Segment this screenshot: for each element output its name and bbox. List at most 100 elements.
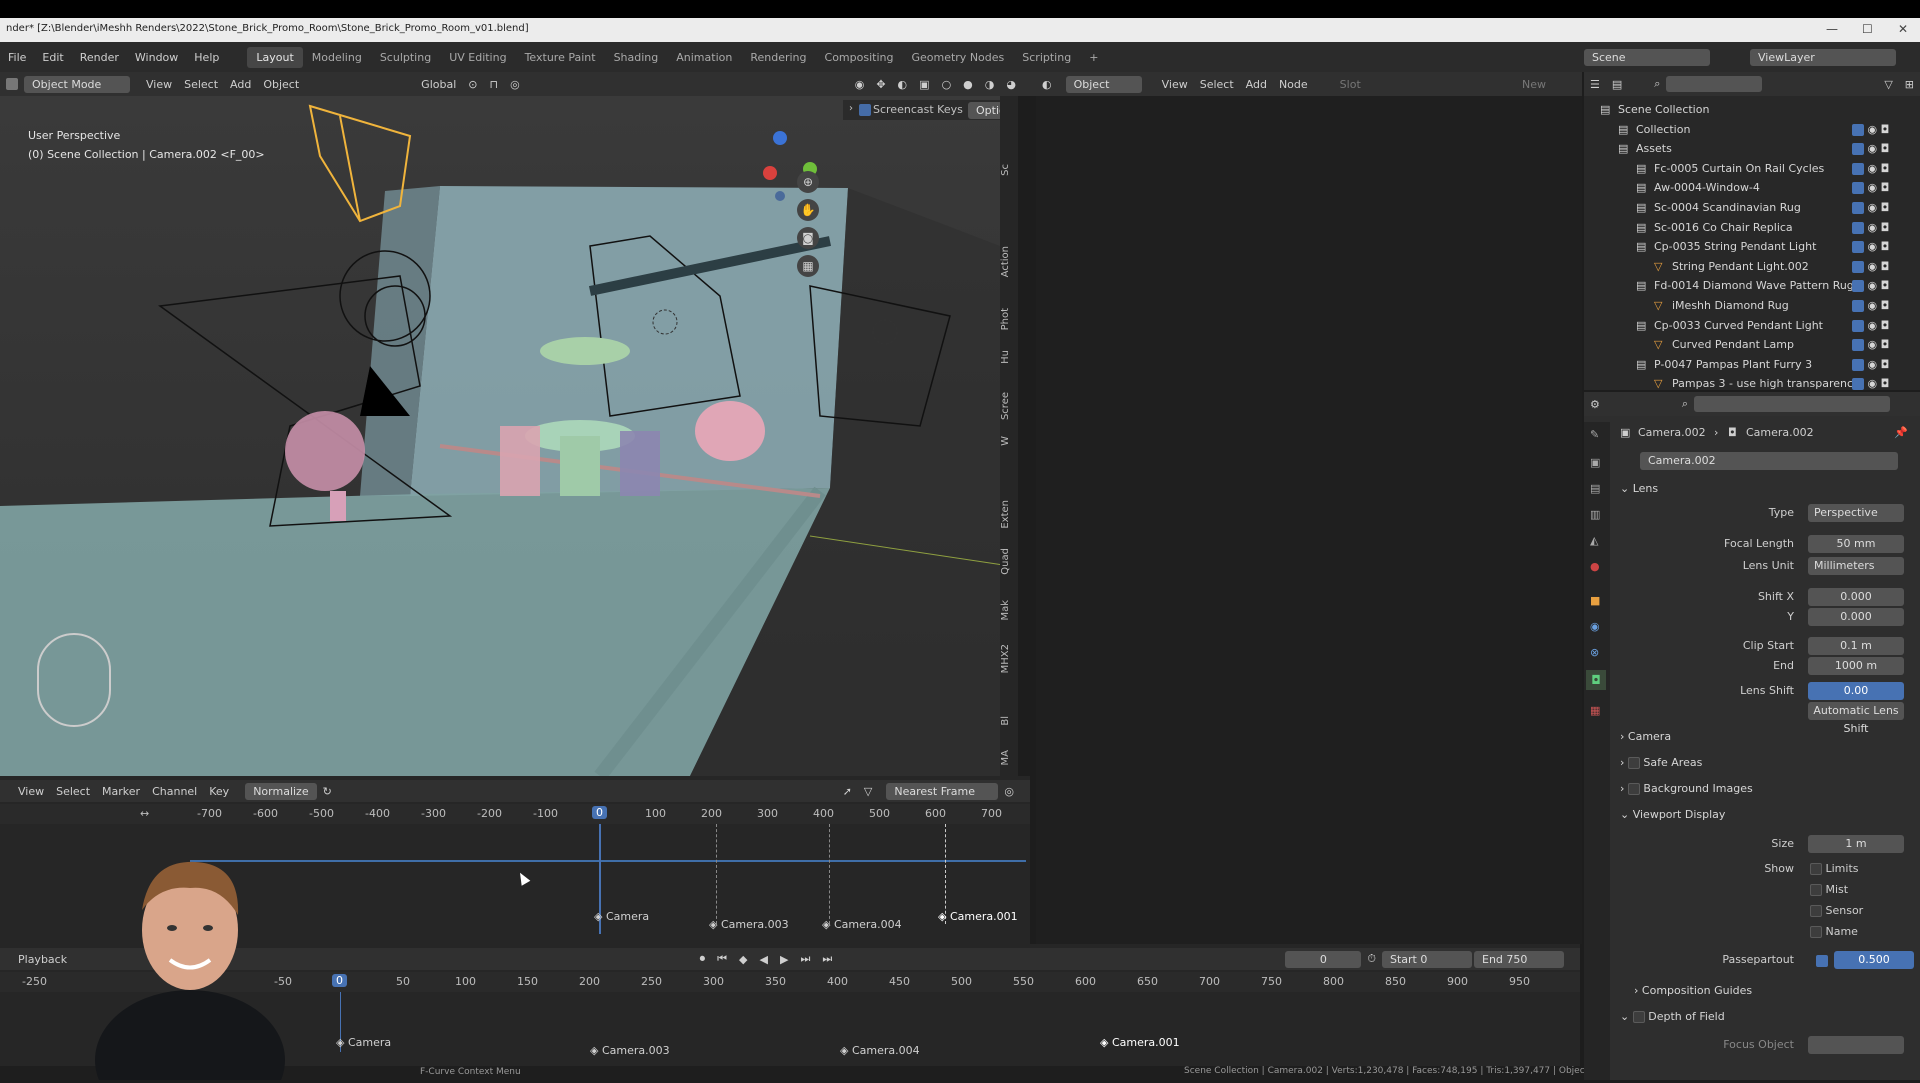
exclude-checkbox[interactable] <box>1852 300 1864 312</box>
sidebar-tab-hu[interactable]: Hu <box>1000 350 1018 364</box>
eye-icon[interactable]: ◉ <box>1864 358 1877 371</box>
exclude-checkbox[interactable] <box>1852 339 1864 352</box>
scene-tab-icon[interactable]: ◭ <box>1590 534 1598 547</box>
exclude-checkbox[interactable] <box>1852 202 1864 214</box>
outliner-row[interactable]: ▤ Fd-0014 Diamond Wave Pattern Rug ◉ ◘ <box>1584 276 1920 296</box>
background-images-section-header[interactable]: › Background Images <box>1620 782 1753 795</box>
focus-object-field[interactable] <box>1808 1036 1904 1054</box>
sidebar-tab-ma[interactable]: MA <box>1000 750 1018 765</box>
outliner-row[interactable]: ▽ iMeshh Diamond Rug ◉ ◘ <box>1584 296 1920 316</box>
depth-of-field-header[interactable]: ⌄ Depth of Field <box>1620 1010 1725 1023</box>
scene-selector[interactable]: Scene <box>1584 48 1710 66</box>
menu-view[interactable]: View <box>140 76 178 93</box>
eye-icon[interactable]: ◉ <box>1864 221 1877 234</box>
eye-icon[interactable]: ◉ <box>1864 201 1877 214</box>
search-icon[interactable]: ⌕ <box>1676 395 1694 413</box>
sidebar-tab-phot[interactable]: Phot <box>1000 308 1018 330</box>
node-editor-type-icon[interactable]: ◐ <box>1036 76 1058 93</box>
outliner-row[interactable]: ▤ Cp-0035 String Pendant Light ◉ ◘ <box>1584 237 1920 257</box>
dope-menu-select[interactable]: Select <box>50 783 96 800</box>
exclude-checkbox[interactable] <box>1852 143 1864 156</box>
render-camera-icon[interactable]: ◘ <box>1877 240 1890 253</box>
menu-edit[interactable]: Edit <box>34 51 71 64</box>
eye-icon[interactable]: ◉ <box>1864 338 1877 351</box>
outliner-row[interactable]: ▽ String Pendant Light.002 ◉ ◘ <box>1584 257 1920 277</box>
camera-datablock-field[interactable]: Camera.002 <box>1640 452 1898 470</box>
sidebar-tab-w[interactable]: W <box>1000 436 1018 446</box>
visibility-icon[interactable]: ◉ <box>849 76 871 93</box>
lens-type-dropdown[interactable]: Perspective <box>1808 504 1904 522</box>
tab-scripting[interactable]: Scripting <box>1013 47 1080 68</box>
name-option[interactable]: Name <box>1810 925 1858 938</box>
zoom-icon[interactable]: ⊕ <box>797 171 819 193</box>
dope-marker-camera001[interactable]: ◈ Camera.001 <box>938 910 1018 923</box>
eye-icon[interactable]: ◉ <box>1864 181 1877 194</box>
lens-section-header[interactable]: ⌄ Lens <box>1620 482 1658 495</box>
outliner-row[interactable]: ▤ Scene Collection <box>1584 100 1920 120</box>
menu-render[interactable]: Render <box>72 51 127 64</box>
physics-tab-icon[interactable]: ◉ <box>1590 620 1600 633</box>
eye-icon[interactable]: ◉ <box>1864 279 1877 292</box>
3d-viewport[interactable]: User Perspective (0) Scene Collection | … <box>0 96 1018 776</box>
dope-menu-marker[interactable]: Marker <box>96 783 146 800</box>
exclude-checkbox[interactable] <box>1852 358 1864 371</box>
refresh-icon[interactable]: ↻ <box>317 783 338 800</box>
sidebar-tab-scree[interactable]: Scree <box>1000 392 1018 420</box>
outliner-row[interactable]: ▤ Aw-0004-Window-4 ◉ ◘ <box>1584 178 1920 198</box>
outliner-row[interactable]: ▤ Sc-0004 Scandinavian Rug ◉ ◘ <box>1584 198 1920 218</box>
render-camera-icon[interactable]: ◘ <box>1877 299 1890 312</box>
tab-uv-editing[interactable]: UV Editing <box>440 47 515 68</box>
mode-selector[interactable]: Object Mode <box>24 75 130 93</box>
gizmo-icon[interactable]: ✥ <box>870 76 891 93</box>
tl-current-frame[interactable]: 0 <box>332 974 347 987</box>
passepartout-checkbox[interactable] <box>1816 955 1828 967</box>
tl-marker-camera003[interactable]: ◈ Camera.003 <box>590 1044 670 1057</box>
exclude-checkbox[interactable] <box>1852 221 1864 234</box>
play-reverse-icon[interactable]: ◀ <box>754 951 774 968</box>
shading-rendered-icon[interactable]: ◕ <box>1000 76 1022 93</box>
clip-end-field[interactable]: 1000 m <box>1808 657 1904 675</box>
mist-option[interactable]: Mist <box>1810 883 1848 896</box>
name-checkbox[interactable] <box>1810 926 1822 938</box>
eye-icon[interactable]: ◉ <box>1864 377 1877 390</box>
node-menu-add[interactable]: Add <box>1240 76 1273 93</box>
tl-marker-camera[interactable]: ◈ Camera <box>336 1036 391 1049</box>
shading-solid-icon[interactable]: ● <box>957 76 979 93</box>
outliner-row[interactable]: ▤ P-0047 Pampas Plant Furry 3 ◉ ◘ <box>1584 355 1920 375</box>
current-frame-field[interactable]: 0 <box>1285 950 1362 968</box>
tab-texture-paint[interactable]: Texture Paint <box>516 47 605 68</box>
normalize-toggle[interactable]: Normalize <box>245 782 317 800</box>
render-camera-icon[interactable]: ◘ <box>1877 319 1890 332</box>
sidebar-tab-sc[interactable]: Sc <box>1000 164 1018 176</box>
play-icon[interactable]: ▶ <box>774 951 794 968</box>
render-camera-icon[interactable]: ◘ <box>1877 201 1890 214</box>
sidebar-tab-mhx2[interactable]: MHX2 <box>1000 644 1018 673</box>
menu-help[interactable]: Help <box>186 51 227 64</box>
properties-editor[interactable]: ⚙ ⌕ ✎ ▣ ▤ ▥ ◭ ● ■ ◉ ⊗ ◘ ▦ ▣ Camera.002 ›… <box>1584 392 1920 1080</box>
sensor-option[interactable]: Sensor <box>1810 904 1863 917</box>
tab-shading[interactable]: Shading <box>605 47 668 68</box>
menu-file[interactable]: File <box>0 51 34 64</box>
render-camera-icon[interactable]: ◘ <box>1877 162 1890 175</box>
outliner-row[interactable]: ▤ Sc-0016 Co Chair Replica ◉ ◘ <box>1584 218 1920 238</box>
eye-icon[interactable]: ◉ <box>1864 162 1877 175</box>
properties-type-icon[interactable]: ⚙ <box>1584 396 1606 413</box>
render-tab-icon[interactable]: ▣ <box>1590 456 1600 469</box>
playback-menu[interactable]: Playback <box>12 951 73 968</box>
render-camera-icon[interactable]: ◘ <box>1877 377 1890 390</box>
ortho-grid-icon[interactable]: ▦ <box>797 255 819 277</box>
record-icon[interactable]: ⏺ <box>694 950 712 968</box>
eye-icon[interactable]: ◉ <box>1864 319 1877 332</box>
automatic-lens-shift-button[interactable]: Automatic Lens Shift <box>1808 702 1904 735</box>
camera-view-icon[interactable]: ◙ <box>797 227 819 249</box>
render-camera-icon[interactable]: ◘ <box>1877 358 1890 371</box>
tool-tab-icon[interactable]: ✎ <box>1590 428 1599 441</box>
outliner-display-icon[interactable]: ▤ <box>1606 76 1628 93</box>
lens-unit-dropdown[interactable]: Millimeters <box>1808 557 1904 575</box>
viewlayer-selector[interactable]: ViewLayer <box>1750 48 1896 66</box>
limits-option[interactable]: Limits <box>1810 862 1859 875</box>
shift-y-field[interactable]: 0.000 <box>1808 608 1904 626</box>
sidebar-tab-bl[interactable]: Bl <box>1000 716 1018 726</box>
maximize-icon[interactable]: ☐ <box>1862 22 1873 36</box>
sidebar-tab-mak[interactable]: Mak <box>1000 600 1018 621</box>
